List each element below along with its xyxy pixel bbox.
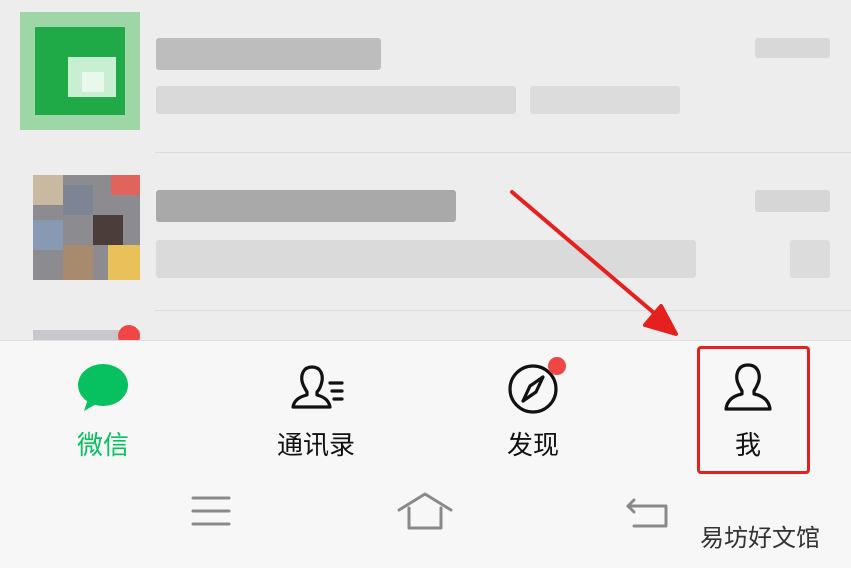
highlight-box bbox=[697, 346, 810, 474]
annotation-arrow bbox=[510, 190, 678, 336]
watermark: 易坊好文馆 bbox=[700, 524, 820, 552]
